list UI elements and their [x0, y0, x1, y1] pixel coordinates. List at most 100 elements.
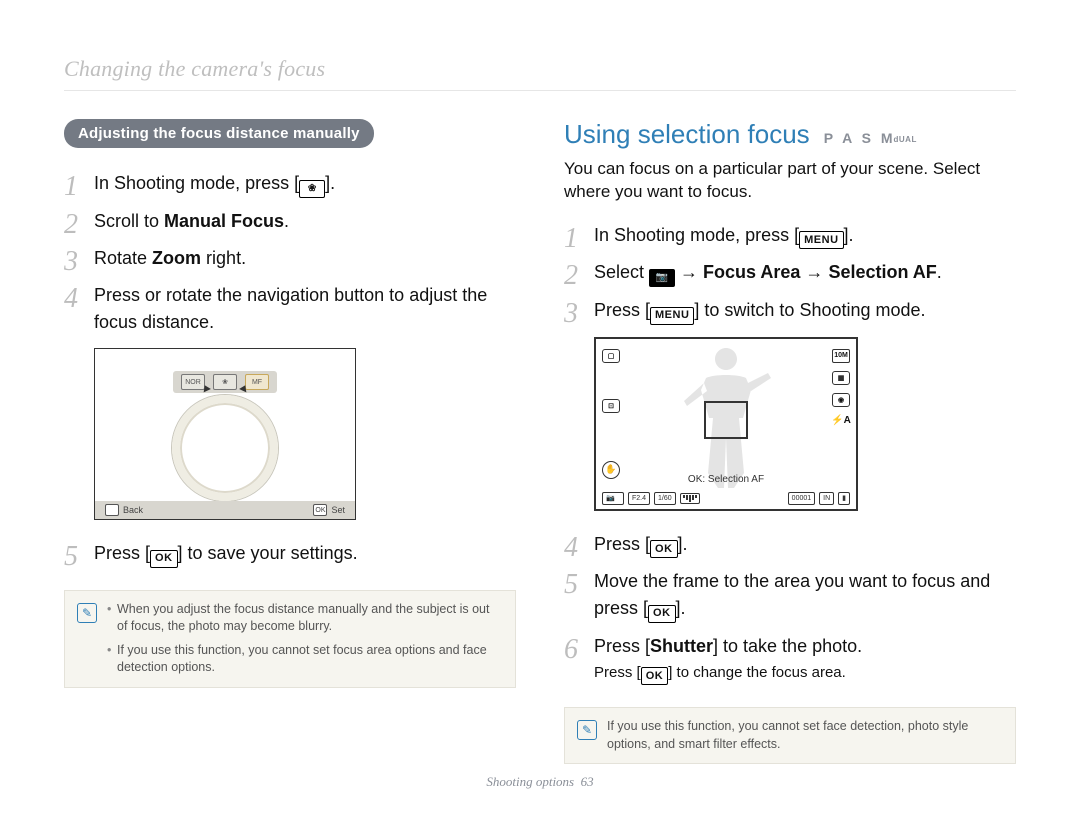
- sb-shutter: 1/60: [654, 492, 676, 505]
- r5-post: ].: [676, 598, 686, 618]
- left-steps: In Shooting mode, press [❀]. Scroll to M…: [64, 170, 516, 336]
- r6-sub: Press [OK] to change the focus area.: [594, 662, 1016, 686]
- step-5-post: ] to save your settings.: [178, 543, 358, 563]
- left-note-box: ✎ When you adjust the focus distance man…: [64, 590, 516, 688]
- menu-icon: MENU: [799, 231, 843, 249]
- menu-icon: MENU: [650, 307, 694, 325]
- ok-icon: OK: [150, 550, 178, 568]
- r6-sub-post: ] to change the focus area.: [668, 664, 846, 681]
- sb-battery-icon: ▮: [838, 492, 850, 505]
- ok-icon: OK: [650, 540, 678, 558]
- fig2-left-icons: ▢ ⊡: [602, 349, 620, 413]
- page-header: Changing the camera's focus: [64, 56, 1016, 82]
- step-3-bold: Zoom: [152, 248, 201, 268]
- set-label: OK Set: [313, 504, 345, 516]
- section-pill: Adjusting the focus distance manually: [64, 119, 374, 148]
- section-title: Using selection focus P A S MdUAL: [564, 119, 1016, 150]
- r6-pre: Press [: [594, 636, 650, 656]
- step-2-post: .: [284, 211, 289, 231]
- title-text: Using selection focus: [564, 119, 810, 150]
- res-10m-icon: 10M: [832, 349, 850, 363]
- step-4: Press or rotate the navigation button to…: [64, 282, 516, 336]
- r6-bold: Shutter: [650, 636, 713, 656]
- step-3-post: right.: [201, 248, 246, 268]
- r-step-3: Press [MENU] to switch to Shooting mode.: [564, 297, 1016, 325]
- camera-icon: 📷: [649, 269, 675, 287]
- ok-icon: OK: [648, 605, 676, 623]
- r2-bold2: Selection AF: [828, 262, 936, 282]
- r3-pre: Press [: [594, 300, 650, 320]
- sb-exposure-icon: [680, 493, 700, 504]
- fig2-status-bar: 📷 F2.4 1/60 00001 IN ▮: [602, 492, 850, 505]
- sb-fnumber: F2.4: [628, 492, 650, 505]
- mode-macro-icon: ❀: [213, 374, 237, 390]
- step-1-post: ].: [325, 173, 335, 193]
- left-column: Adjusting the focus distance manually In…: [64, 119, 516, 764]
- r6-post: ] to take the photo.: [713, 636, 862, 656]
- r1-pre: In Shooting mode, press [: [594, 225, 799, 245]
- fig2-right-icons: 10M ▦ ◉ ⚡A: [832, 349, 850, 427]
- sb-camera-icon: 📷: [602, 492, 624, 505]
- manual-focus-figure: NOR ❀ MF Back OK Set: [94, 348, 356, 520]
- right-note-text: If you use this function, you cannot set…: [607, 718, 1003, 753]
- header-rule: [64, 90, 1016, 91]
- step-3-pre: Rotate: [94, 248, 152, 268]
- anti-shake-icon: ✋: [602, 461, 620, 479]
- r1-post: ].: [844, 225, 854, 245]
- page-footer: Shooting options 63: [64, 774, 1016, 790]
- flower-icon: ❀: [299, 180, 325, 198]
- selection-frame: [704, 401, 748, 439]
- ok-icon: OK: [641, 667, 669, 685]
- back-label: Back: [105, 504, 143, 516]
- columns: Adjusting the focus distance manually In…: [64, 119, 1016, 764]
- right-steps-2: Press [OK]. Move the frame to the area y…: [564, 531, 1016, 686]
- back-key-icon: [105, 504, 119, 516]
- r4-post: ].: [678, 534, 688, 554]
- focus-dial-icon: [172, 395, 278, 501]
- r-step-4: Press [OK].: [564, 531, 1016, 559]
- step-2-pre: Scroll to: [94, 211, 164, 231]
- mode-badges: P A S MdUAL: [824, 130, 917, 146]
- r-step-1: In Shooting mode, press [MENU].: [564, 222, 1016, 250]
- r2-post: .: [937, 262, 942, 282]
- footer-label: Shooting options: [486, 774, 574, 789]
- sb-count: 00001: [788, 492, 815, 505]
- step-5: Press [OK] to save your settings.: [64, 540, 516, 568]
- right-note-box: ✎ If you use this function, you cannot s…: [564, 707, 1016, 764]
- r3-post: ] to switch to Shooting mode.: [694, 300, 925, 320]
- r-step-6: Press [Shutter] to take the photo. Press…: [564, 633, 1016, 686]
- back-text: Back: [123, 505, 143, 515]
- r-step-2: Select 📷 → Focus Area → Selection AF.: [564, 259, 1016, 287]
- step-1-pre: In Shooting mode, press [: [94, 173, 299, 193]
- modes-text: P A S M: [824, 130, 896, 146]
- page: Changing the camera's focus Adjusting th…: [0, 0, 1080, 810]
- r6-sub-pre: Press [: [594, 664, 641, 681]
- step-3: Rotate Zoom right.: [64, 245, 516, 272]
- figure-bottom-bar: Back OK Set: [95, 501, 355, 519]
- r-step-5: Move the frame to the area you want to f…: [564, 568, 1016, 623]
- r2-pre: Select: [594, 262, 649, 282]
- right-steps: In Shooting mode, press [MENU]. Select 📷…: [564, 222, 1016, 325]
- ok-selection-label: OK: Selection AF: [688, 474, 764, 485]
- modes-dual: dUAL: [894, 135, 917, 144]
- left-note-1: When you adjust the focus distance manua…: [107, 601, 503, 636]
- r2-bold1: Focus Area: [703, 262, 800, 282]
- left-note-2: If you use this function, you cannot set…: [107, 642, 503, 677]
- set-text: Set: [331, 505, 345, 515]
- sb-storage: IN: [819, 492, 834, 505]
- r2-arr1: →: [675, 262, 703, 282]
- right-column: Using selection focus P A S MdUAL You ca…: [564, 119, 1016, 764]
- metering-icon: ◉: [832, 393, 850, 407]
- left-steps-2: Press [OK] to save your settings.: [64, 540, 516, 568]
- r4-pre: Press [: [594, 534, 650, 554]
- note-icon: ✎: [77, 603, 97, 623]
- r2-arr2: →: [800, 262, 828, 282]
- note-icon: ✎: [577, 720, 597, 740]
- left-note-list: When you adjust the focus distance manua…: [107, 601, 503, 677]
- single-shot-icon: ▢: [602, 349, 620, 363]
- af-area-icon: ⊡: [602, 399, 620, 413]
- footer-page: 63: [581, 774, 594, 789]
- step-2-bold: Manual Focus: [164, 211, 284, 231]
- quality-icon: ▦: [832, 371, 850, 385]
- figure-top-bar: NOR ❀ MF: [173, 371, 277, 393]
